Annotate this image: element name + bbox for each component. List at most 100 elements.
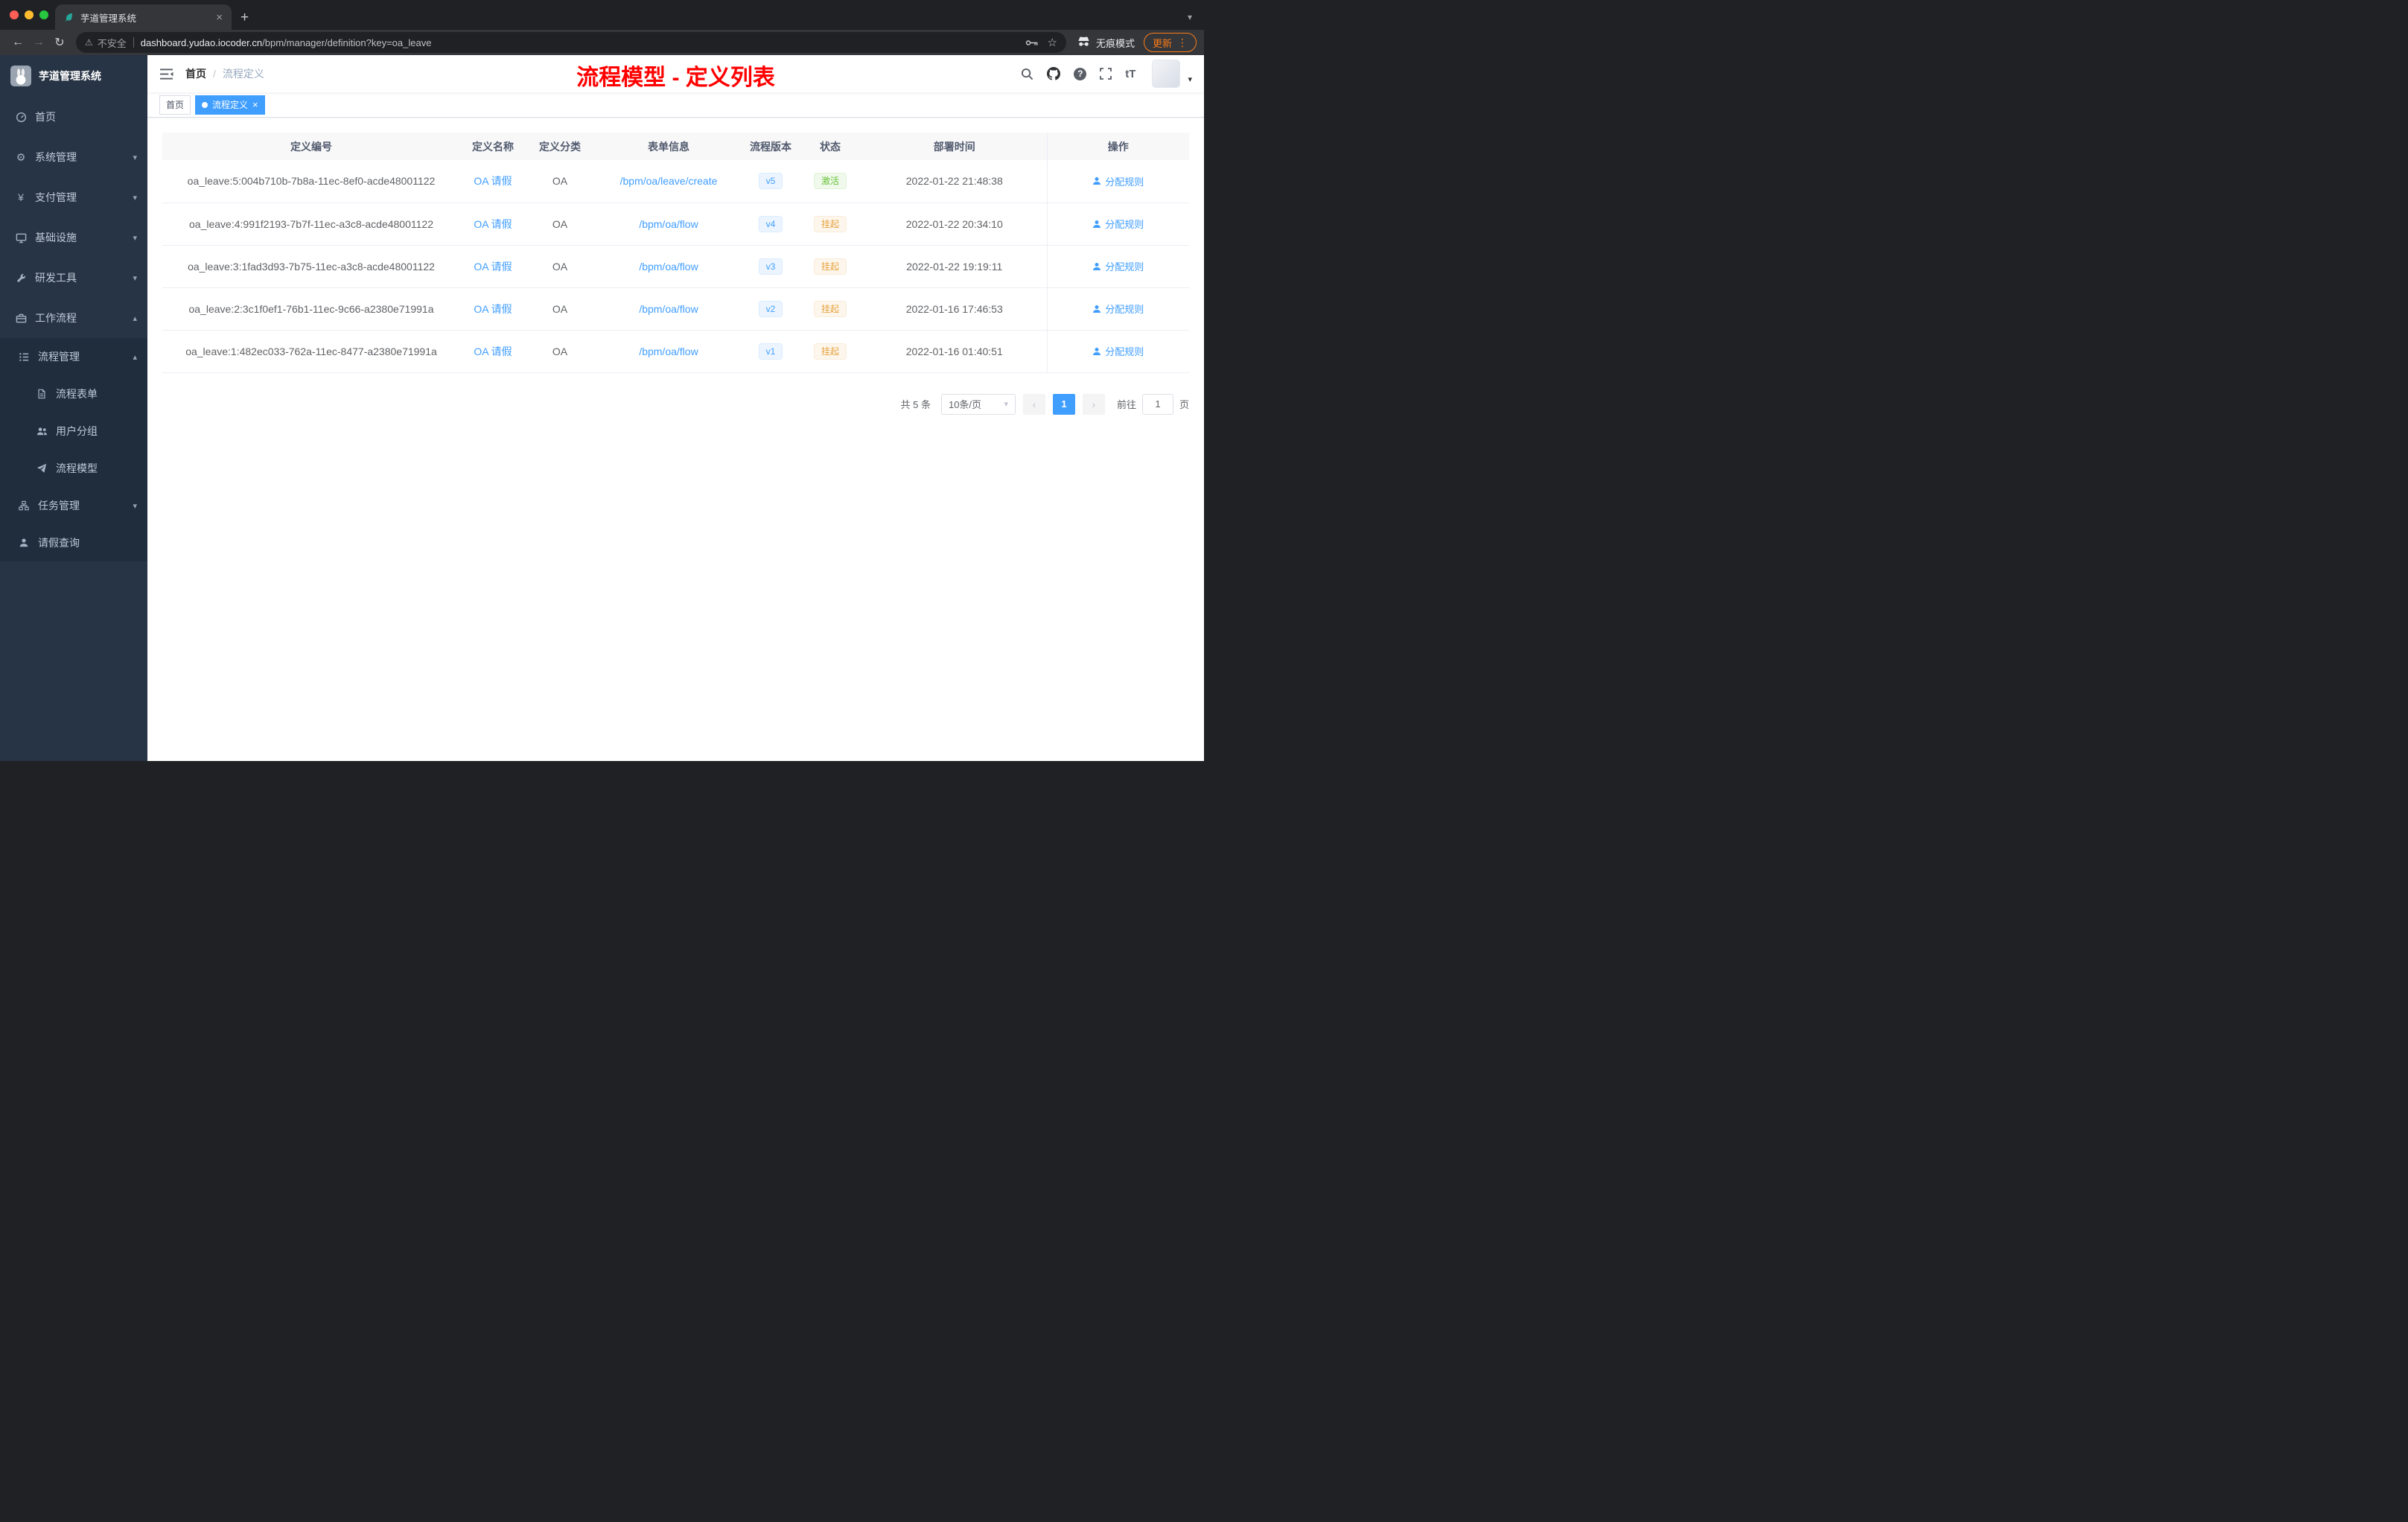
sidebar-item-label: 流程表单 — [56, 388, 98, 400]
close-window-button[interactable] — [10, 10, 19, 19]
tag-process-definition[interactable]: 流程定义 × — [195, 95, 265, 115]
gear-icon: ⚙ — [16, 150, 26, 163]
sidebar-item-process-form[interactable]: 流程表单 — [0, 375, 147, 413]
sidebar-item-infrastructure[interactable]: 基础设施 ▾ — [0, 217, 147, 258]
col-header-version: 流程版本 — [743, 133, 798, 160]
avatar-dropdown-caret-icon[interactable]: ▾ — [1188, 74, 1192, 84]
tab-close-icon[interactable]: × — [214, 12, 224, 23]
assign-rule-link[interactable]: 分配规则 — [1092, 174, 1144, 188]
browser-menu-kebab-icon[interactable]: ⋮ — [1177, 36, 1188, 49]
page-size-select[interactable]: 10条/页 ▾ — [940, 393, 1016, 415]
sidebar-item-payment-mgmt[interactable]: ¥ 支付管理 ▾ — [0, 177, 147, 217]
definition-category: OA — [526, 330, 594, 373]
col-header-form-info: 表单信息 — [594, 133, 743, 160]
zoom-window-button[interactable] — [39, 10, 48, 19]
forward-icon[interactable]: → — [28, 32, 49, 53]
sidebar-item-task-mgmt[interactable]: 任务管理 ▾ — [0, 487, 147, 524]
address-bar[interactable]: ⚠ 不安全 dashboard.yudao.iocoder.cn /bpm/ma… — [76, 32, 1066, 53]
tab-title: 芋道管理系统 — [80, 13, 137, 24]
prev-page-button[interactable]: ‹ — [1022, 393, 1045, 415]
breadcrumb-home[interactable]: 首页 — [185, 66, 206, 81]
table-header-row: 定义编号 定义名称 定义分类 表单信息 流程版本 状态 部署时间 操作 — [162, 133, 1189, 160]
form-link[interactable]: /bpm/oa/leave/create — [620, 175, 718, 187]
tab-search-icon[interactable]: ▾ — [1188, 12, 1192, 22]
assign-rule-link[interactable]: 分配规则 — [1092, 344, 1144, 358]
sidebar-item-leave-query[interactable]: 请假查询 — [0, 524, 147, 561]
form-link[interactable]: /bpm/oa/flow — [639, 218, 698, 230]
font-size-icon[interactable]: tT — [1125, 68, 1135, 80]
table-row: oa_leave:2:3c1f0ef1-76b1-11ec-9c66-a2380… — [162, 287, 1189, 331]
security-label[interactable]: 不安全 — [98, 36, 127, 50]
person-icon — [1093, 305, 1101, 313]
definition-name-link[interactable]: OA 请假 — [474, 218, 512, 230]
next-page-button[interactable]: › — [1082, 393, 1105, 415]
sidebar-logo-row[interactable]: 芋道管理系统 — [0, 55, 147, 97]
breadcrumb: 首页 / 流程定义 — [185, 66, 264, 81]
org-tree-icon — [18, 500, 30, 511]
users-icon — [36, 426, 48, 437]
definition-name-link[interactable]: OA 请假 — [474, 261, 512, 273]
table-row: oa_leave:4:991f2193-7b7f-11ec-a3c8-acde4… — [162, 203, 1189, 246]
col-header-definition-name: 定义名称 — [460, 133, 526, 160]
goto-page-input[interactable] — [1141, 393, 1173, 415]
sidebar-item-label: 基础设施 — [35, 232, 77, 243]
version-badge: v1 — [758, 343, 783, 360]
sidebar-item-label: 流程模型 — [56, 462, 98, 474]
browser-tab[interactable]: 芋道管理系统 × — [55, 4, 232, 30]
sidebar-item-process-mgmt[interactable]: 流程管理 ▴ — [0, 338, 147, 375]
github-icon[interactable] — [1047, 67, 1061, 80]
monitor-icon — [15, 232, 27, 243]
status-badge: 挂起 — [813, 215, 847, 232]
document-icon — [36, 389, 48, 399]
definition-name-link[interactable]: OA 请假 — [474, 175, 512, 187]
incognito-label: 无痕模式 — [1095, 37, 1135, 49]
sidebar-item-dev-tools[interactable]: 研发工具 ▾ — [0, 258, 147, 298]
sidebar-item-workflow[interactable]: 工作流程 ▴ — [0, 298, 147, 338]
deploy-time: 2022-01-22 19:19:11 — [862, 245, 1047, 288]
sidebar-item-home[interactable]: 首页 — [0, 97, 147, 137]
brand-title: 芋道管理系统 — [39, 70, 101, 82]
pagination-total: 共 5 条 — [900, 399, 931, 410]
password-key-icon[interactable] — [1025, 39, 1039, 47]
sidebar-item-process-model[interactable]: 流程模型 — [0, 450, 147, 487]
user-avatar[interactable] — [1152, 60, 1181, 88]
hamburger-icon[interactable] — [159, 68, 173, 80]
sidebar-item-system-mgmt[interactable]: ⚙ 系统管理 ▾ — [0, 137, 147, 177]
url-domain: dashboard.yudao.iocoder.cn — [140, 36, 263, 48]
fullscreen-icon[interactable] — [1100, 68, 1112, 80]
tab-favicon-leaf-icon — [63, 12, 74, 22]
bookmark-star-icon[interactable]: ☆ — [1048, 36, 1057, 49]
wrench-icon — [15, 273, 27, 284]
form-link[interactable]: /bpm/oa/flow — [639, 261, 698, 273]
status-badge: 挂起 — [813, 343, 847, 360]
browser-update-button[interactable]: 更新 ⋮ — [1143, 33, 1197, 52]
assign-rule-link[interactable]: 分配规则 — [1092, 259, 1144, 273]
assign-rule-link[interactable]: 分配规则 — [1092, 302, 1144, 316]
back-icon[interactable]: ← — [7, 32, 28, 53]
sidebar-item-label: 研发工具 — [35, 272, 77, 284]
new-tab-button[interactable]: + — [241, 10, 249, 25]
definition-category: OA — [526, 203, 594, 246]
definition-name-link[interactable]: OA 请假 — [474, 346, 512, 357]
update-label[interactable]: 更新 — [1153, 36, 1172, 50]
form-link[interactable]: /bpm/oa/flow — [639, 346, 698, 357]
tag-home[interactable]: 首页 — [159, 95, 191, 115]
definition-id: oa_leave:1:482ec033-762a-11ec-8477-a2380… — [162, 330, 460, 373]
reload-icon[interactable]: ↻ — [49, 32, 70, 53]
tag-close-icon[interactable]: × — [252, 100, 258, 109]
incognito-icon — [1077, 34, 1091, 51]
page-unit-label: 页 — [1179, 399, 1189, 410]
col-header-category: 定义分类 — [526, 133, 594, 160]
help-icon[interactable]: ? — [1074, 67, 1087, 80]
page-number-button[interactable]: 1 — [1052, 393, 1075, 415]
definition-name-link[interactable]: OA 请假 — [474, 303, 512, 315]
sidebar-item-user-group[interactable]: 用户分组 — [0, 413, 147, 450]
search-icon[interactable] — [1021, 68, 1033, 80]
assign-rule-link[interactable]: 分配规则 — [1092, 217, 1144, 231]
minimize-window-button[interactable] — [25, 10, 34, 19]
paper-plane-icon — [36, 463, 48, 474]
chevron-down-icon: ▾ — [133, 273, 137, 283]
yen-icon: ¥ — [18, 191, 24, 203]
form-link[interactable]: /bpm/oa/flow — [639, 303, 698, 315]
screen: 芋道管理系统 × + ▾ ← → ↻ ⚠ 不安全 dashboard.yudao… — [0, 0, 1204, 761]
